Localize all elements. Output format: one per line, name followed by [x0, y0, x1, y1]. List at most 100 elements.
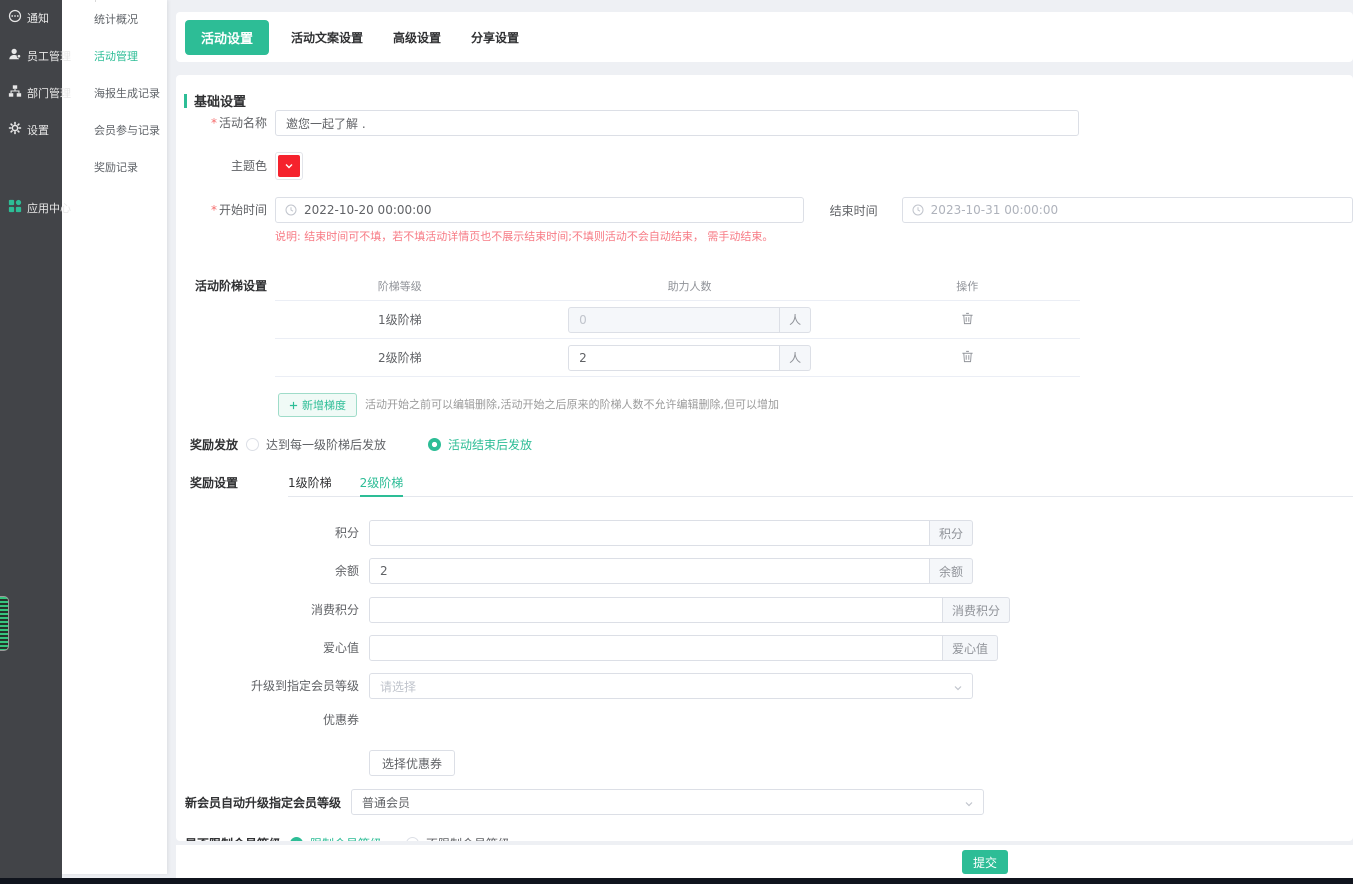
end-time-input[interactable]: [903, 198, 1352, 222]
sidebar-item-employees[interactable]: 员工管理: [8, 47, 71, 64]
balance-label: 余额: [176, 559, 369, 584]
consume-points-addon: 消费积分: [943, 597, 1010, 623]
love-value-input[interactable]: [370, 636, 942, 660]
column-header-count: 助力人数: [525, 278, 855, 294]
sidebar-item-settings[interactable]: 设置: [8, 121, 49, 138]
radio-grant-per-ladder[interactable]: 达到每一级阶梯后发放: [246, 436, 386, 453]
consume-points-input[interactable]: [370, 598, 942, 622]
section-basic-settings: 基础设置: [184, 91, 1353, 110]
delete-ladder-button[interactable]: [959, 310, 976, 330]
sidebar-item-label: 通知: [27, 10, 49, 26]
add-ladder-button[interactable]: 新增梯度: [278, 393, 357, 417]
tab-activity-settings[interactable]: 活动设置: [185, 20, 269, 55]
tab-advanced-settings[interactable]: 高级设置: [385, 21, 449, 54]
chevron-down-icon: [284, 161, 294, 171]
balance-field: [369, 558, 930, 584]
clock-icon: [912, 204, 924, 219]
submenu-item-label: 活动管理: [94, 48, 138, 64]
select-coupon-button[interactable]: 选择优惠券: [369, 750, 455, 776]
unit-addon: 人: [780, 307, 811, 333]
points-input[interactable]: [370, 521, 929, 545]
ladder-level-text: 2级阶梯: [275, 349, 525, 366]
basic-settings-card: 基础设置 *活动名称 主题色 *开始时间: [176, 75, 1353, 841]
main-content: 活动设置 活动文案设置 高级设置 分享设置 基础设置 *活动名称 主题色: [168, 0, 1353, 878]
sidebar-item-notifications[interactable]: 通知: [8, 9, 49, 26]
love-value-addon: 爱心值: [943, 635, 998, 661]
love-value-field: [369, 635, 943, 661]
new-member-level-select[interactable]: 普通会员: [351, 789, 984, 815]
tab-activity-copy-settings[interactable]: 活动文案设置: [283, 21, 371, 54]
ladder-count-group: 人: [568, 307, 811, 333]
delete-ladder-button[interactable]: [959, 348, 976, 368]
employee-icon: [8, 47, 22, 64]
radio-no-restrict-level[interactable]: 不限制会员等级: [406, 835, 510, 841]
start-time-input[interactable]: [276, 198, 803, 222]
points-label: 积分: [176, 521, 369, 546]
radio-label: 不限制会员等级: [426, 835, 510, 841]
row-restrict-level: 是否限制会员等级 限制会员等级 不限制会员等级: [176, 835, 1353, 841]
end-time-label: 结束时间: [804, 202, 901, 219]
submenu-item-label: 奖励记录: [94, 159, 138, 175]
edge-floating-widget[interactable]: [0, 596, 9, 651]
end-time-hint: 说明: 结束时间可不填，若不填活动详情页也不展示结束时间;不填则活动不会自动结束…: [275, 228, 1353, 244]
trash-icon: [961, 312, 974, 325]
theme-color-picker[interactable]: [275, 152, 303, 180]
consume-points-field: [369, 597, 943, 623]
new-member-level-label: 新会员自动升级指定会员等级: [185, 794, 341, 811]
main-sidebar: 通知 员工管理 部门管理 设置 应用中心: [0, 0, 62, 878]
radio-icon: [290, 837, 303, 841]
ladder-count-input-1[interactable]: [569, 308, 779, 332]
row-coupon-label: 优惠券: [176, 712, 1353, 729]
sidebar-item-departments[interactable]: 部门管理: [8, 84, 71, 101]
section-title-text: 基础设置: [194, 91, 246, 110]
row-activity-name: *活动名称: [176, 110, 1353, 136]
row-balance: 余额 余额: [176, 558, 1353, 584]
love-value-label: 爱心值: [176, 636, 369, 661]
submenu-item-label: 统计概况: [94, 11, 138, 27]
row-reward-grant: 奖励发放 达到每一级阶梯后发放 活动结束后发放: [176, 436, 1353, 453]
submit-button[interactable]: 提交: [962, 850, 1008, 874]
activity-name-label: *活动名称: [176, 110, 275, 136]
points-addon: 积分: [930, 520, 973, 546]
select-placeholder: 请选择: [370, 678, 426, 695]
reward-tab-ladder-2[interactable]: 2级阶梯: [360, 474, 404, 496]
restrict-level-label: 是否限制会员等级: [185, 835, 281, 841]
submenu-item-stats[interactable]: 统计概况: [62, 0, 167, 37]
taskbar-edge: [0, 878, 1353, 884]
row-new-member-level: 新会员自动升级指定会员等级 普通会员: [176, 789, 1353, 815]
radio-icon: [246, 438, 259, 451]
radio-restrict-level[interactable]: 限制会员等级: [290, 835, 382, 841]
tab-share-settings[interactable]: 分享设置: [463, 21, 527, 54]
activity-submenu: 统计概况 活动管理 海报生成记录 会员参与记录 奖励记录: [62, 0, 167, 874]
sidebar-item-label: 应用中心: [27, 200, 71, 216]
clock-icon: [285, 204, 297, 219]
ladder-count-field: [568, 307, 780, 333]
submenu-cut-mark: [95, 0, 101, 2]
submenu-item-member-participation[interactable]: 会员参与记录: [62, 111, 167, 148]
submenu-item-activity-management[interactable]: 活动管理: [62, 37, 167, 74]
department-icon: [8, 84, 22, 101]
start-time-field: [275, 197, 804, 223]
settings-tab-bar: 活动设置 活动文案设置 高级设置 分享设置: [176, 12, 1353, 62]
sidebar-item-app-center[interactable]: 应用中心: [8, 199, 71, 216]
submenu-item-reward-records[interactable]: 奖励记录: [62, 148, 167, 185]
balance-input[interactable]: [370, 559, 929, 583]
submenu-item-poster-records[interactable]: 海报生成记录: [62, 74, 167, 111]
ladder-row-2: 2级阶梯 人: [275, 339, 1080, 377]
ladder-count-field: [568, 345, 780, 371]
reward-tab-ladder-1[interactable]: 1级阶梯: [288, 474, 332, 496]
activity-name-input[interactable]: [276, 111, 1078, 135]
radio-label: 达到每一级阶梯后发放: [266, 436, 386, 453]
notification-icon: [8, 9, 22, 26]
upgrade-level-select[interactable]: 请选择: [369, 673, 973, 699]
row-coupon-button: 选择优惠券: [176, 750, 1353, 776]
ladder-table-header: 阶梯等级 助力人数 操作: [275, 271, 1080, 301]
ladder-count-input-2[interactable]: [569, 346, 779, 370]
row-points: 积分 积分: [176, 520, 1353, 546]
radio-icon: [406, 837, 419, 841]
radio-grant-after-end[interactable]: 活动结束后发放: [428, 436, 532, 453]
theme-color-swatch: [278, 155, 300, 177]
row-love-value: 爱心值 爱心值: [176, 635, 1353, 661]
chevron-down-icon: [953, 682, 963, 696]
submenu-item-label: 海报生成记录: [94, 85, 160, 101]
